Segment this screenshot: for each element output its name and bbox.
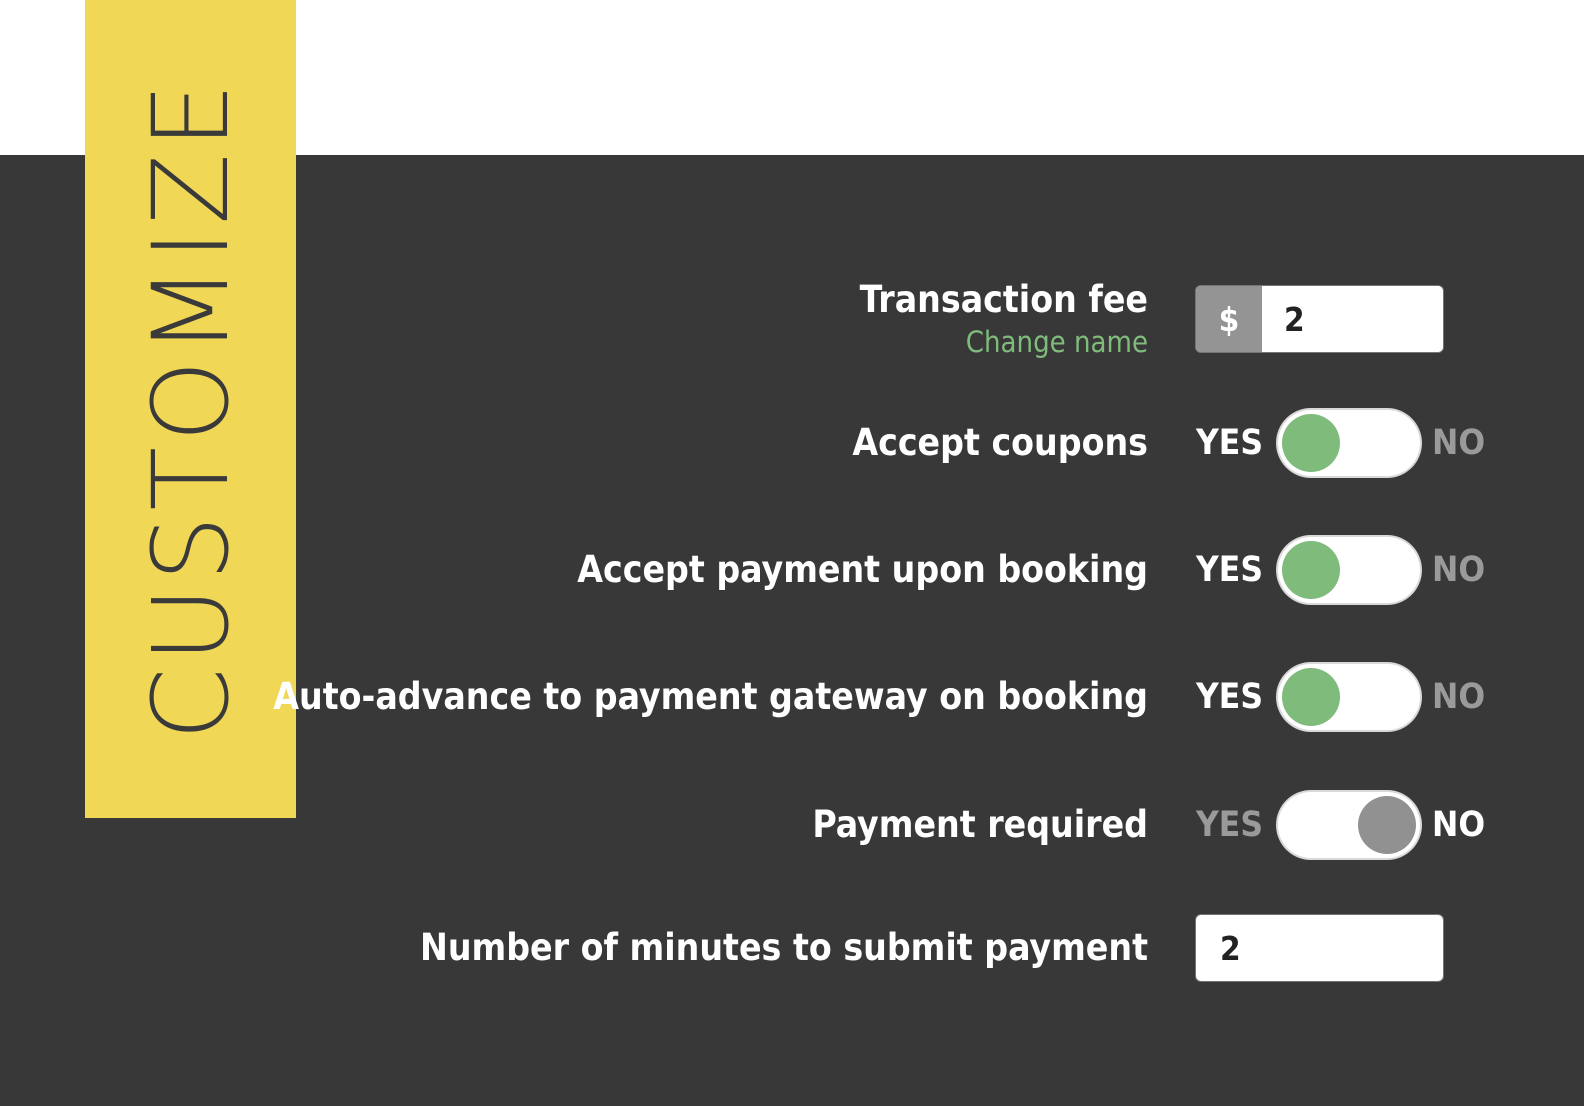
toggle-knob [1358, 796, 1416, 854]
transaction-fee-label-group: Transaction fee Change name [0, 278, 1148, 359]
accept-coupons-toggle[interactable] [1278, 410, 1420, 476]
payment-required-toggle[interactable] [1278, 792, 1420, 858]
minutes-to-submit-input[interactable]: 2 [1196, 915, 1443, 981]
minutes-to-submit-row: Number of minutes to submit payment 2 [0, 915, 1584, 981]
transaction-fee-label: Transaction fee [859, 278, 1148, 321]
change-name-link[interactable]: Change name [0, 326, 1148, 359]
toggle-knob [1282, 668, 1340, 726]
accept-coupons-no-label[interactable]: NO [1432, 425, 1504, 461]
minutes-to-submit-label: Number of minutes to submit payment [419, 925, 1148, 969]
customize-settings-page: CUSTOMIZE Transaction fee Change name $ … [0, 0, 1584, 1106]
transaction-fee-input[interactable]: 2 [1262, 286, 1443, 353]
payment-required-row: Payment required YES NO [0, 792, 1584, 858]
accept-coupons-control: YES NO [1196, 410, 1504, 476]
payment-required-no-label[interactable]: NO [1432, 807, 1504, 843]
payment-required-toggle-group: YES NO [1196, 792, 1504, 858]
minutes-to-submit-control: 2 [1196, 915, 1443, 981]
auto-advance-payment-gateway-toggle[interactable] [1278, 664, 1420, 730]
accept-coupons-label: Accept coupons [852, 420, 1148, 464]
transaction-fee-row: Transaction fee Change name $ 2 [0, 278, 1584, 359]
transaction-fee-input-group[interactable]: $ 2 [1196, 286, 1443, 353]
auto-advance-payment-gateway-label: Auto-advance to payment gateway on booki… [273, 674, 1148, 718]
toggle-knob [1282, 541, 1340, 599]
accept-payment-upon-booking-toggle[interactable] [1278, 537, 1420, 603]
accept-payment-upon-booking-label: Accept payment upon booking [577, 547, 1148, 591]
auto-advance-payment-gateway-no-label[interactable]: NO [1432, 679, 1504, 715]
transaction-fee-control: $ 2 [1196, 286, 1443, 353]
accept-coupons-toggle-group: YES NO [1196, 410, 1504, 476]
auto-advance-payment-gateway-control: YES NO [1196, 664, 1504, 730]
payment-required-yes-label[interactable]: YES [1196, 807, 1268, 843]
payment-required-control: YES NO [1196, 792, 1504, 858]
accept-coupons-yes-label[interactable]: YES [1196, 425, 1268, 461]
payment-required-label: Payment required [812, 802, 1148, 846]
currency-symbol-icon: $ [1196, 286, 1262, 353]
accept-payment-upon-booking-yes-label[interactable]: YES [1196, 552, 1268, 588]
auto-advance-payment-gateway-toggle-group: YES NO [1196, 664, 1504, 730]
accept-payment-upon-booking-no-label[interactable]: NO [1432, 552, 1504, 588]
accept-payment-upon-booking-toggle-group: YES NO [1196, 537, 1504, 603]
toggle-knob [1282, 414, 1340, 472]
settings-form: Transaction fee Change name $ 2 Accept c… [0, 155, 1584, 1106]
accept-coupons-row: Accept coupons YES NO [0, 410, 1584, 476]
auto-advance-payment-gateway-yes-label[interactable]: YES [1196, 679, 1268, 715]
accept-payment-upon-booking-row: Accept payment upon booking YES NO [0, 537, 1584, 603]
accept-payment-upon-booking-control: YES NO [1196, 537, 1504, 603]
auto-advance-payment-gateway-row: Auto-advance to payment gateway on booki… [0, 664, 1584, 730]
